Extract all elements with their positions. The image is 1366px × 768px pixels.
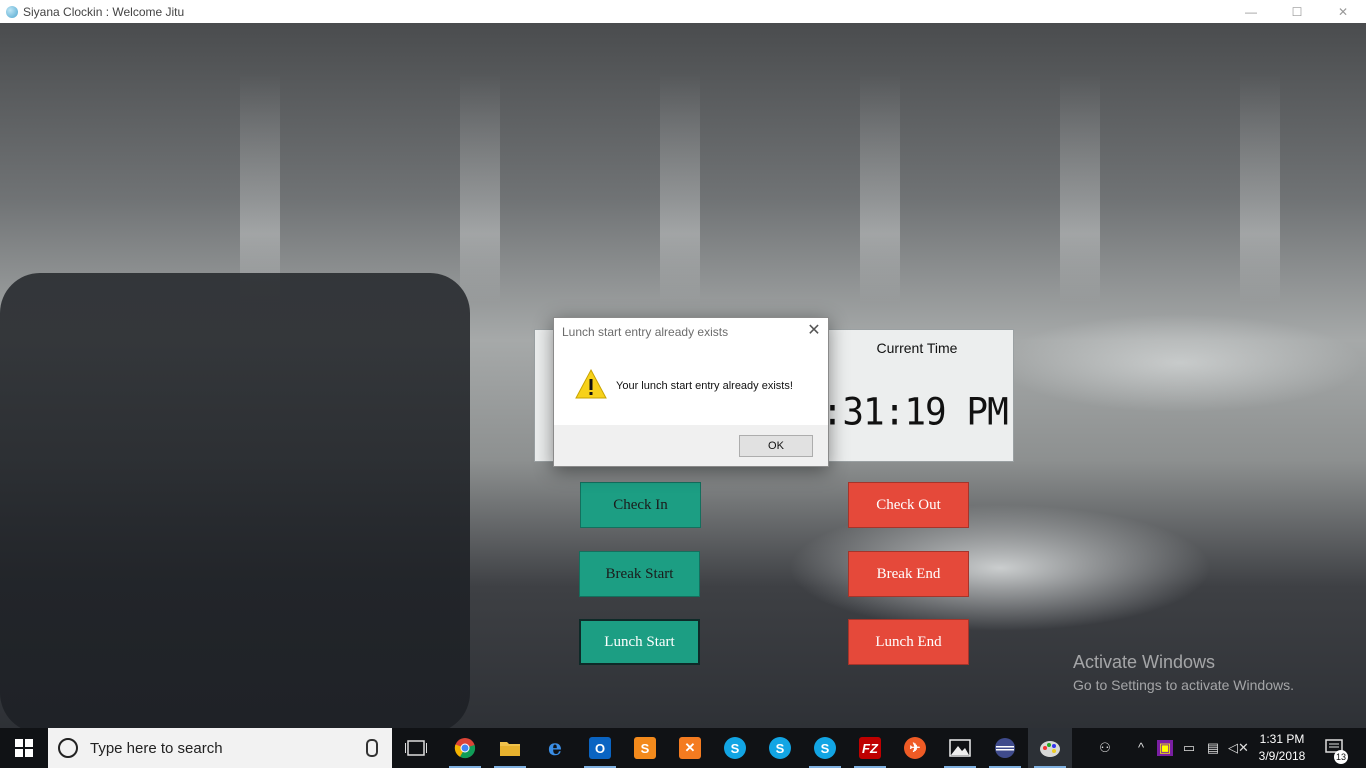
windows-logo-icon bbox=[15, 739, 33, 757]
message-dialog: Lunch start entry already exists ✕ Your … bbox=[553, 317, 829, 467]
lunch-start-button[interactable]: Lunch Start bbox=[579, 619, 700, 665]
cortana-icon bbox=[58, 738, 78, 758]
tray-app-icon[interactable]: ▣ bbox=[1157, 740, 1173, 756]
break-start-button[interactable]: Break Start bbox=[579, 551, 700, 597]
bg-decor bbox=[1240, 73, 1280, 303]
taskbar-clock[interactable]: 1:31 PM 3/9/2018 bbox=[1252, 731, 1312, 765]
start-button[interactable] bbox=[0, 728, 48, 768]
microphone-icon[interactable] bbox=[366, 739, 378, 757]
volume-muted-icon[interactable]: ◁✕ bbox=[1228, 740, 1249, 756]
folder-icon bbox=[500, 742, 520, 756]
dialog-close-button[interactable]: ✕ bbox=[804, 320, 824, 340]
app-icon bbox=[6, 5, 18, 18]
bg-decor bbox=[1060, 73, 1100, 303]
filezilla-icon: FZ bbox=[859, 737, 881, 759]
check-in-button[interactable]: Check In bbox=[580, 482, 701, 528]
taskbar-skype[interactable]: S bbox=[713, 728, 757, 768]
maximize-button[interactable]: ☐ bbox=[1274, 0, 1320, 23]
dialog-message: Your lunch start entry already exists! bbox=[616, 380, 793, 392]
show-hidden-icons-chevron-up-icon[interactable]: ^ bbox=[1133, 740, 1149, 756]
current-time-value: 1:31:19 PM bbox=[820, 390, 1009, 435]
ok-button[interactable]: OK bbox=[739, 435, 813, 457]
eclipse-icon bbox=[995, 738, 1015, 758]
bg-decor bbox=[240, 73, 280, 303]
taskbar-skype-business[interactable]: S bbox=[803, 728, 847, 768]
people-icon[interactable]: ⚇ bbox=[1097, 740, 1113, 756]
current-time-panel: Current Time 1:31:19 PM bbox=[820, 329, 1014, 462]
taskbar-eclipse[interactable] bbox=[983, 728, 1027, 768]
window-controls: — ☐ ✕ bbox=[1228, 0, 1366, 23]
window-title-bar: Siyana Clockin : Welcome Jitu — ☐ ✕ bbox=[0, 0, 1366, 23]
search-placeholder: Type here to search bbox=[90, 739, 223, 757]
taskbar-sublime-text[interactable]: S bbox=[623, 728, 667, 768]
sublime-text-icon: S bbox=[634, 737, 656, 759]
taskbar-paint[interactable] bbox=[1028, 728, 1072, 768]
postman-icon: ✈ bbox=[904, 737, 926, 759]
taskbar: Type here to search e O S ✕ S S S FZ ✈ ⚇… bbox=[0, 728, 1366, 768]
xampp-icon: ✕ bbox=[679, 737, 701, 759]
bg-decor bbox=[460, 73, 500, 303]
minimize-button[interactable]: — bbox=[1228, 0, 1274, 23]
taskbar-edge[interactable]: e bbox=[533, 728, 577, 768]
edge-icon: e bbox=[548, 735, 562, 761]
skype-icon: S bbox=[769, 737, 791, 759]
warning-icon bbox=[575, 368, 607, 399]
taskbar-date: 3/9/2018 bbox=[1258, 749, 1306, 763]
photos-icon bbox=[949, 739, 971, 757]
skype-for-business-icon: S bbox=[814, 737, 836, 759]
chrome-icon bbox=[454, 738, 476, 759]
taskbar-chrome[interactable] bbox=[443, 728, 487, 768]
taskbar-file-explorer[interactable] bbox=[488, 728, 532, 768]
paint-palette-icon bbox=[1040, 741, 1060, 757]
taskbar-search-box[interactable]: Type here to search bbox=[48, 728, 392, 768]
activation-watermark-subtitle: Go to Settings to activate Windows. bbox=[1073, 677, 1294, 693]
taskbar-skype-2[interactable]: S bbox=[758, 728, 802, 768]
window-title: Siyana Clockin : Welcome Jitu bbox=[23, 4, 185, 19]
current-time-label: Current Time bbox=[876, 340, 958, 356]
taskbar-xampp[interactable]: ✕ bbox=[668, 728, 712, 768]
power-icon[interactable]: ▭ bbox=[1181, 740, 1197, 756]
taskbar-filezilla[interactable]: FZ bbox=[848, 728, 892, 768]
bg-decor bbox=[660, 73, 700, 303]
taskbar-photos[interactable] bbox=[938, 728, 982, 768]
taskbar-outlook[interactable]: O bbox=[578, 728, 622, 768]
skype-icon: S bbox=[724, 737, 746, 759]
taskbar-postman[interactable]: ✈ bbox=[893, 728, 937, 768]
close-button[interactable]: ✕ bbox=[1320, 0, 1366, 23]
check-out-button[interactable]: Check Out bbox=[848, 482, 969, 528]
break-end-button[interactable]: Break End bbox=[848, 551, 969, 597]
taskbar-time: 1:31 PM bbox=[1259, 732, 1305, 746]
network-icon[interactable]: ▤ bbox=[1205, 740, 1221, 756]
bg-decor bbox=[860, 73, 900, 303]
dialog-title: Lunch start entry already exists bbox=[562, 325, 729, 339]
task-view-icon bbox=[405, 740, 427, 756]
lunch-end-button[interactable]: Lunch End bbox=[848, 619, 969, 665]
task-view-button[interactable] bbox=[394, 728, 438, 768]
outlook-icon: O bbox=[589, 737, 611, 759]
activation-watermark-title: Activate Windows bbox=[1073, 652, 1216, 672]
dialog-footer: OK bbox=[554, 425, 828, 466]
notification-count-badge: 13 bbox=[1334, 750, 1348, 764]
bg-laptop-shape bbox=[0, 273, 470, 728]
